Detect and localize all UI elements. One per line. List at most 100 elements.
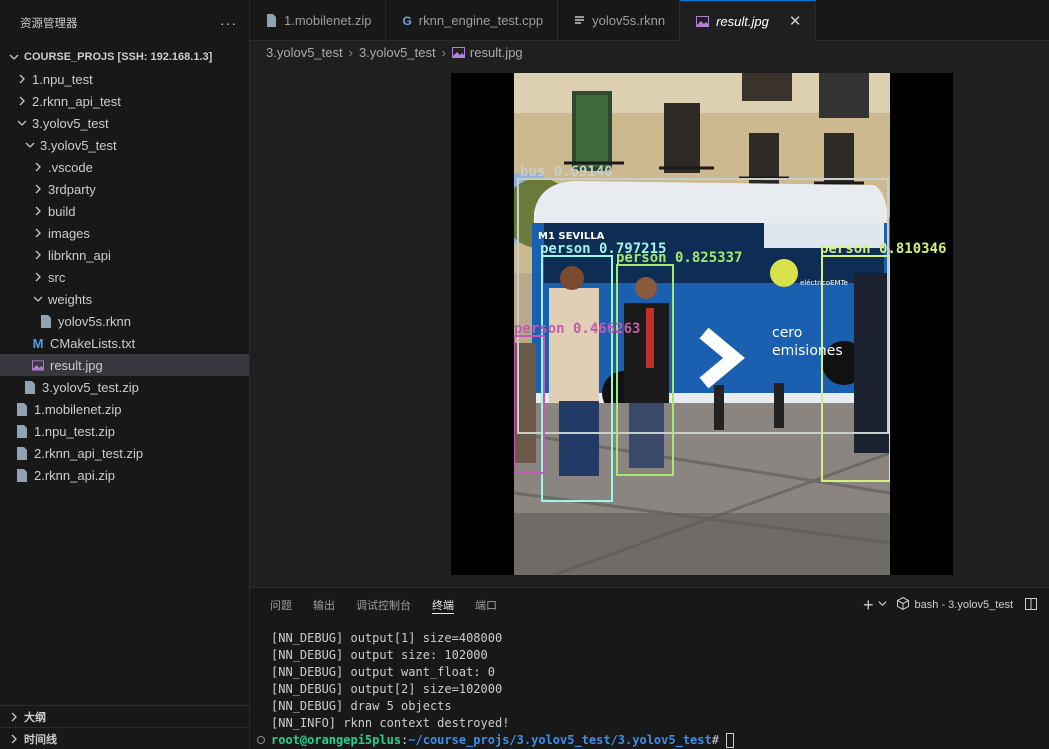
file-tree: 1.npu_test 2.rknn_api_test 3.yolov5_test 3.… — [0, 68, 249, 486]
terminal-line: [NN_DEBUG] draw 5 objects — [271, 699, 452, 713]
terminal-line: [NN_INFO] rknn context destroyed! — [271, 716, 510, 730]
terminal-line: [NN_DEBUG] output[1] size=408000 — [271, 631, 503, 645]
tab-output[interactable]: 输出 — [313, 588, 335, 622]
breadcrumb: 3.yolov5_test › 3.yolov5_test › result.j… — [250, 41, 1049, 63]
command-status-icon — [257, 736, 265, 744]
breadcrumb-item[interactable]: 3.yolov5_test — [359, 45, 436, 60]
terminal-output[interactable]: [NN_DEBUG] output[1] size=408000 [NN_DEB… — [271, 630, 735, 749]
add-terminal-icon[interactable]: + — [863, 595, 874, 616]
tree-item-label: yolov5s.rknn — [58, 313, 131, 329]
terminal-line: [NN_DEBUG] output want_float: 0 — [271, 665, 495, 679]
chevron-down-icon — [22, 140, 38, 150]
tree-item-label: 3.yolov5_test — [32, 115, 109, 131]
tree-folder[interactable]: build — [0, 200, 249, 222]
tree-file[interactable]: 1.npu_test.zip — [0, 420, 249, 442]
tab-result-jpg[interactable]: result.jpg ✕ — [680, 0, 817, 41]
image-icon — [30, 359, 46, 372]
outline-section[interactable]: 大纲 — [0, 705, 249, 727]
timeline-label: 时间线 — [24, 733, 57, 746]
tree-item-label: 1.npu_test — [32, 71, 93, 87]
chevron-right-icon — [14, 74, 30, 84]
breadcrumb-item[interactable]: 3.yolov5_test — [266, 45, 343, 60]
file-icon — [266, 14, 277, 27]
tree-folder[interactable]: 2.rknn_api_test — [0, 90, 249, 112]
tab-label: result.jpg — [716, 13, 769, 29]
file-icon — [22, 380, 38, 394]
tree-folder[interactable]: 3.yolov5_test — [0, 112, 249, 134]
chevron-right-icon — [6, 712, 22, 722]
tab-mobilenet-zip[interactable]: 1.mobilenet.zip — [250, 0, 387, 41]
outline-label: 大纲 — [24, 711, 46, 724]
tab-label: yolov5s.rknn — [592, 13, 666, 28]
bus-slogan-text: cero — [772, 325, 802, 341]
terminal-prompt[interactable]: root@orangepi5plus:~/course_projs/3.yolo… — [271, 732, 735, 749]
tree-file[interactable]: yolov5s.rknn — [0, 310, 249, 332]
chevron-right-icon — [30, 250, 46, 260]
tree-item-label: CMakeLists.txt — [50, 335, 136, 351]
tree-item-label: 2.rknn_api_test — [32, 93, 121, 109]
terminal-line: [NN_DEBUG] output size: 102000 — [271, 648, 488, 662]
tree-file[interactable]: 3.yolov5_test.zip — [0, 376, 249, 398]
detection-label: person 0.466263 — [514, 321, 640, 337]
tree-item-label: 2.rknn_api.zip — [34, 467, 115, 483]
tab-ports[interactable]: 端口 — [475, 588, 497, 622]
file-icon — [14, 424, 30, 438]
chevron-down-icon — [14, 118, 30, 128]
tree-file[interactable]: result.jpg — [0, 354, 249, 376]
tree-item-label: 1.mobilenet.zip — [34, 401, 122, 417]
tree-item-label: .vscode — [48, 159, 93, 175]
workspace-root-label: COURSE_PROJS [SSH: 192.168.1.3] — [24, 51, 213, 63]
chevron-right-icon — [30, 228, 46, 238]
tree-folder[interactable]: 1.npu_test — [0, 68, 249, 90]
tab-terminal[interactable]: 终端 — [432, 596, 454, 614]
bus-slogan-text: emisiones — [772, 343, 843, 359]
explorer-title: 资源管理器 — [20, 18, 78, 30]
tree-folder[interactable]: 3rdparty — [0, 178, 249, 200]
split-panel-icon[interactable] — [1025, 597, 1037, 613]
bottom-panel: 问题 输出 调试控制台 终端 端口 + bash - 3.yolov5_test… — [250, 587, 1049, 749]
file-icon — [14, 468, 30, 482]
chevron-right-icon — [30, 272, 46, 282]
close-icon[interactable]: ✕ — [789, 12, 802, 30]
workspace-root[interactable]: COURSE_PROJS [SSH: 192.168.1.3] — [0, 46, 249, 68]
timeline-section[interactable]: 时间线 — [0, 727, 249, 749]
cpp-icon: G — [402, 13, 412, 28]
chevron-down-icon[interactable] — [878, 599, 887, 611]
tree-folder[interactable]: images — [0, 222, 249, 244]
breadcrumb-item[interactable]: result.jpg — [470, 45, 523, 60]
tree-item-label: librknn_api — [48, 247, 111, 263]
tab-label: rknn_engine_test.cpp — [418, 13, 544, 28]
tab-debug-console[interactable]: 调试控制台 — [356, 588, 411, 622]
tree-item-label: 1.npu_test.zip — [34, 423, 115, 439]
chevron-down-icon — [6, 52, 22, 62]
tree-file[interactable]: 1.mobilenet.zip — [0, 398, 249, 420]
tree-folder[interactable]: .vscode — [0, 156, 249, 178]
tree-file[interactable]: 2.rknn_api.zip — [0, 464, 249, 486]
detection-label: person 0.825337 — [616, 250, 742, 266]
image-icon — [696, 15, 710, 27]
tree-folder[interactable]: 3.yolov5_test — [0, 134, 249, 156]
result-photo: M1 SEVILLA cero emisiones eléctricoEMTe … — [514, 73, 890, 575]
tree-folder[interactable]: librknn_api — [0, 244, 249, 266]
chevron-right-icon: › — [441, 44, 446, 60]
image-preview[interactable]: M1 SEVILLA cero emisiones eléctricoEMTe … — [451, 73, 953, 575]
tree-item-label: 2.rknn_api_test.zip — [34, 445, 144, 461]
file-icon — [14, 402, 30, 416]
explorer-sidebar: 资源管理器 ··· COURSE_PROJS [SSH: 192.168.1.3… — [0, 0, 250, 749]
more-actions-icon[interactable]: ··· — [220, 15, 237, 31]
tree-folder[interactable]: weights — [0, 288, 249, 310]
tree-item-label: result.jpg — [50, 357, 103, 373]
tree-folder[interactable]: src — [0, 266, 249, 288]
tab-problems[interactable]: 问题 — [270, 588, 292, 622]
chevron-right-icon — [30, 206, 46, 216]
tree-item-label: 3.yolov5_test — [40, 137, 117, 153]
terminal-shell-icon — [896, 596, 909, 613]
tree-item-label: 3.yolov5_test.zip — [42, 379, 139, 395]
tab-rknn-engine-test-cpp[interactable]: G rknn_engine_test.cpp — [386, 0, 559, 41]
tab-yolov5s-rknn[interactable]: yolov5s.rknn — [558, 0, 681, 41]
tree-file[interactable]: M CMakeLists.txt — [0, 332, 249, 354]
tree-file[interactable]: 2.rknn_api_test.zip — [0, 442, 249, 464]
cmake-icon: M — [32, 335, 44, 351]
terminal-name[interactable]: bash - 3.yolov5_test — [915, 599, 1013, 611]
image-icon — [451, 46, 465, 58]
